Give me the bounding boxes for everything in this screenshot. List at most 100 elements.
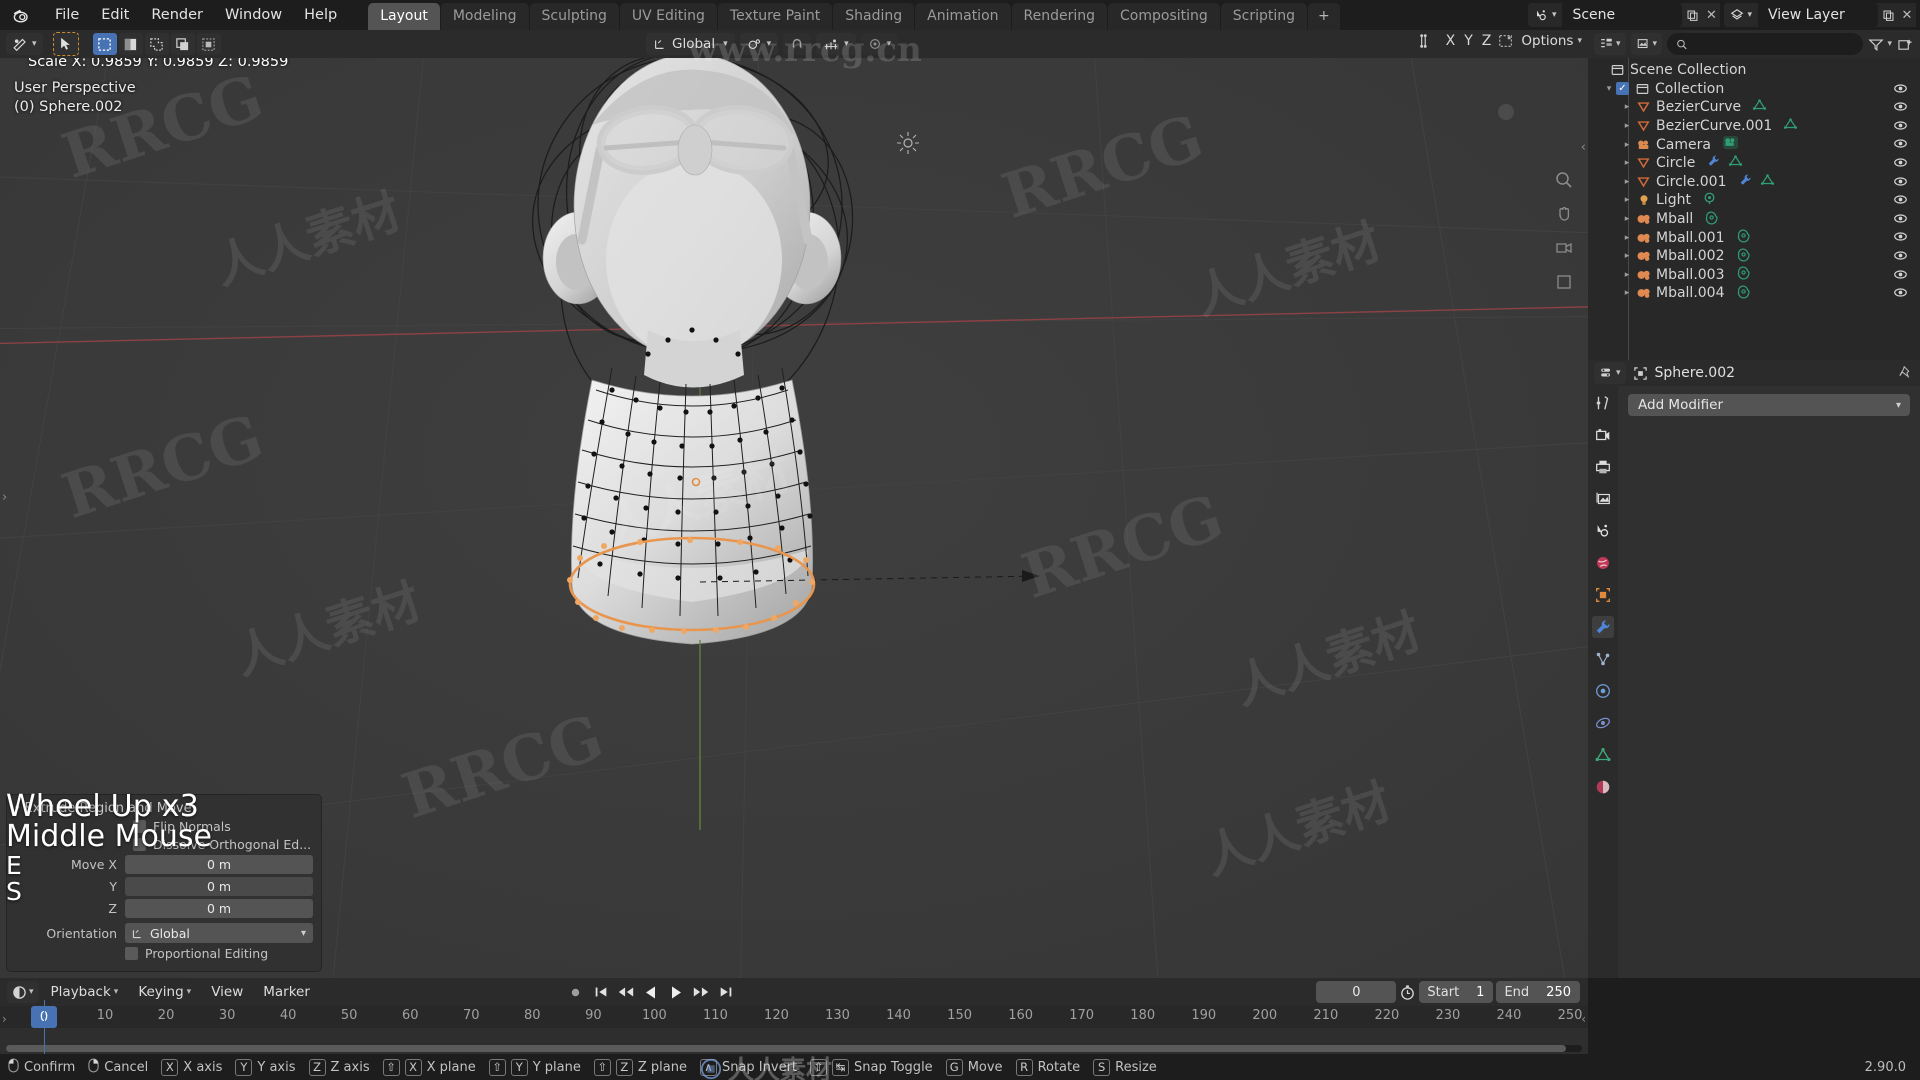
outliner-row[interactable]: ▸Mball.001 [1588,228,1920,247]
outliner-row[interactable]: ▸Mball.002 [1588,247,1920,266]
visibility-eye-icon[interactable] [1893,212,1908,229]
collapse-triangle-icon[interactable]: ▾ [15,804,20,814]
unlink-scene-icon[interactable]: ✕ [1702,3,1720,27]
outliner-editor[interactable]: ▾ ▾ ▾ Scene Collection▾✓Collection▸Bezie… [1588,30,1920,360]
axis-z-label[interactable]: Z [1482,33,1492,49]
move-x-field[interactable]: 0 m [125,855,313,874]
tab-world[interactable] [1592,552,1614,574]
disclosure-icon[interactable]: ▸ [1620,102,1634,112]
jump-to-start-button[interactable] [589,981,612,1003]
disclosure-icon[interactable]: ▸ [1620,140,1634,150]
pan-hand-icon[interactable] [1554,204,1574,224]
transform-orientation-selector[interactable]: Global ▾ [646,33,735,55]
visibility-eye-icon[interactable] [1893,249,1908,266]
wrench-icon[interactable] [1706,154,1721,172]
tab-render[interactable] [1592,424,1614,446]
sidebar-expand-arrow[interactable]: ‹ [1581,140,1586,155]
viewport-options-menu[interactable]: Options ▾ [1521,33,1582,49]
light-data-icon[interactable] [1702,191,1717,210]
move-z-row[interactable]: Z 0 m [15,899,313,918]
visibility-eye-icon[interactable] [1893,268,1908,285]
disclosure-open-icon[interactable]: ▾ [1602,84,1616,94]
editor-mode-selector[interactable]: ▾ [6,33,43,55]
outliner-row[interactable]: ▸Mball.003 [1588,266,1920,285]
outliner-tree[interactable]: Scene Collection▾✓Collection▸BezierCurve… [1588,58,1920,360]
outliner-row[interactable]: ▸Camera [1588,135,1920,154]
tab-texture-paint[interactable]: Texture Paint [718,3,832,30]
disclosure-icon[interactable]: ▸ [1620,270,1634,280]
scene-name[interactable]: Scene [1562,3,1682,27]
tab-physics[interactable] [1592,680,1614,702]
tab-output[interactable] [1592,456,1614,478]
scene-selector[interactable]: ▾ Scene ✕ [1528,3,1721,27]
menu-playback[interactable]: Playback▾ [43,981,127,1003]
proportional-editing-toggle[interactable]: ▾ [861,33,899,55]
next-keyframe-button[interactable] [689,981,712,1003]
view-layer-selector[interactable]: ▾ View Layer ✕ [1724,3,1916,27]
disclosure-icon[interactable]: ▸ [1620,233,1634,243]
snapping-magnet-toggle[interactable] [783,33,811,55]
select-subtract-icon[interactable] [145,33,169,55]
orientation-row[interactable]: Orientation Global ▾ [15,923,313,943]
tab-rendering[interactable]: Rendering [1012,3,1108,30]
outliner-row[interactable]: ▸Circle [1588,154,1920,173]
tab-modifiers[interactable] [1592,616,1614,638]
move-z-field[interactable]: 0 m [125,899,313,918]
tab-material[interactable] [1592,776,1614,798]
outliner-display-mode-selector[interactable]: ▾ [1631,33,1663,55]
visibility-eye-icon[interactable] [1893,193,1908,210]
menu-file[interactable]: File [44,3,90,27]
disclosure-icon[interactable]: ▸ [1620,121,1634,131]
operator-panel-header[interactable]: ▾ Extrude Region and Move [15,801,313,816]
timeline-editor-type-selector[interactable]: ▾ [7,981,39,1003]
mesh-data-icon[interactable] [1760,173,1775,191]
mesh-data-icon[interactable] [1728,154,1743,172]
disclosure-icon[interactable]: ▸ [1620,195,1634,205]
view-layer-name[interactable]: View Layer [1758,3,1878,27]
navigation-gizmo[interactable] [1464,70,1548,154]
mball-data-icon[interactable] [1736,284,1752,303]
tab-particles[interactable] [1592,648,1614,670]
menu-marker[interactable]: Marker [255,981,318,1003]
menu-render[interactable]: Render [140,3,214,27]
axis-y-label[interactable]: Y [1464,33,1473,49]
outliner-row[interactable]: ▸Circle.001 [1588,173,1920,192]
visibility-eye-icon[interactable] [1893,137,1908,154]
timeline-expand-arrow[interactable]: › [2,1012,7,1026]
visibility-eye-icon[interactable] [1893,286,1908,303]
tab-uv-editing[interactable]: UV Editing [620,3,717,30]
dissolve-orthogonal-row[interactable]: Dissolve Orthogonal Ed... [15,837,313,852]
move-x-row[interactable]: Move X 0 m [15,855,313,874]
flip-normals-checkbox[interactable] [133,820,146,833]
filter-icon[interactable] [1868,37,1884,52]
visibility-eye-icon[interactable] [1893,230,1908,247]
disclosure-icon[interactable]: ▸ [1620,214,1634,224]
axis-x-label[interactable]: X [1446,33,1456,49]
disclosure-icon[interactable]: ▸ [1620,177,1634,187]
play-reverse-button[interactable] [639,981,662,1003]
menu-view[interactable]: View [203,981,251,1003]
pivot-point-selector[interactable]: ▾ [740,33,779,55]
outliner-row[interactable]: ▸BezierCurve [1588,98,1920,117]
view-layer-icon[interactable]: ▾ [1724,3,1758,27]
mball-data-icon[interactable] [1736,228,1752,247]
flip-normals-row[interactable]: Flip Normals [15,819,313,834]
wrench-icon[interactable] [1738,173,1753,191]
zoom-icon[interactable] [1554,170,1574,190]
remove-view-layer-icon[interactable]: ✕ [1898,3,1916,27]
outliner-row[interactable]: ▾✓Collection [1588,80,1920,99]
timeline-track-area[interactable] [0,1028,1588,1054]
mesh-data-icon[interactable] [1783,117,1798,135]
new-view-layer-icon[interactable] [1878,3,1898,27]
previous-keyframe-button[interactable] [614,981,637,1003]
proportional-editing-checkbox[interactable] [125,947,138,960]
disclosure-icon[interactable]: ▸ [1620,251,1634,261]
shading-overlay-icon[interactable] [1497,33,1515,49]
outliner-row[interactable]: ▸Light [1588,191,1920,210]
tab-object-data[interactable] [1592,744,1614,766]
mball-data-icon[interactable] [1704,210,1720,229]
tab-animation[interactable]: Animation [915,3,1010,30]
toolbar-expand-arrow[interactable]: › [2,490,7,505]
mesh-edit-mode-icon[interactable] [1418,33,1436,49]
scene-icon[interactable]: ▾ [1528,3,1563,27]
